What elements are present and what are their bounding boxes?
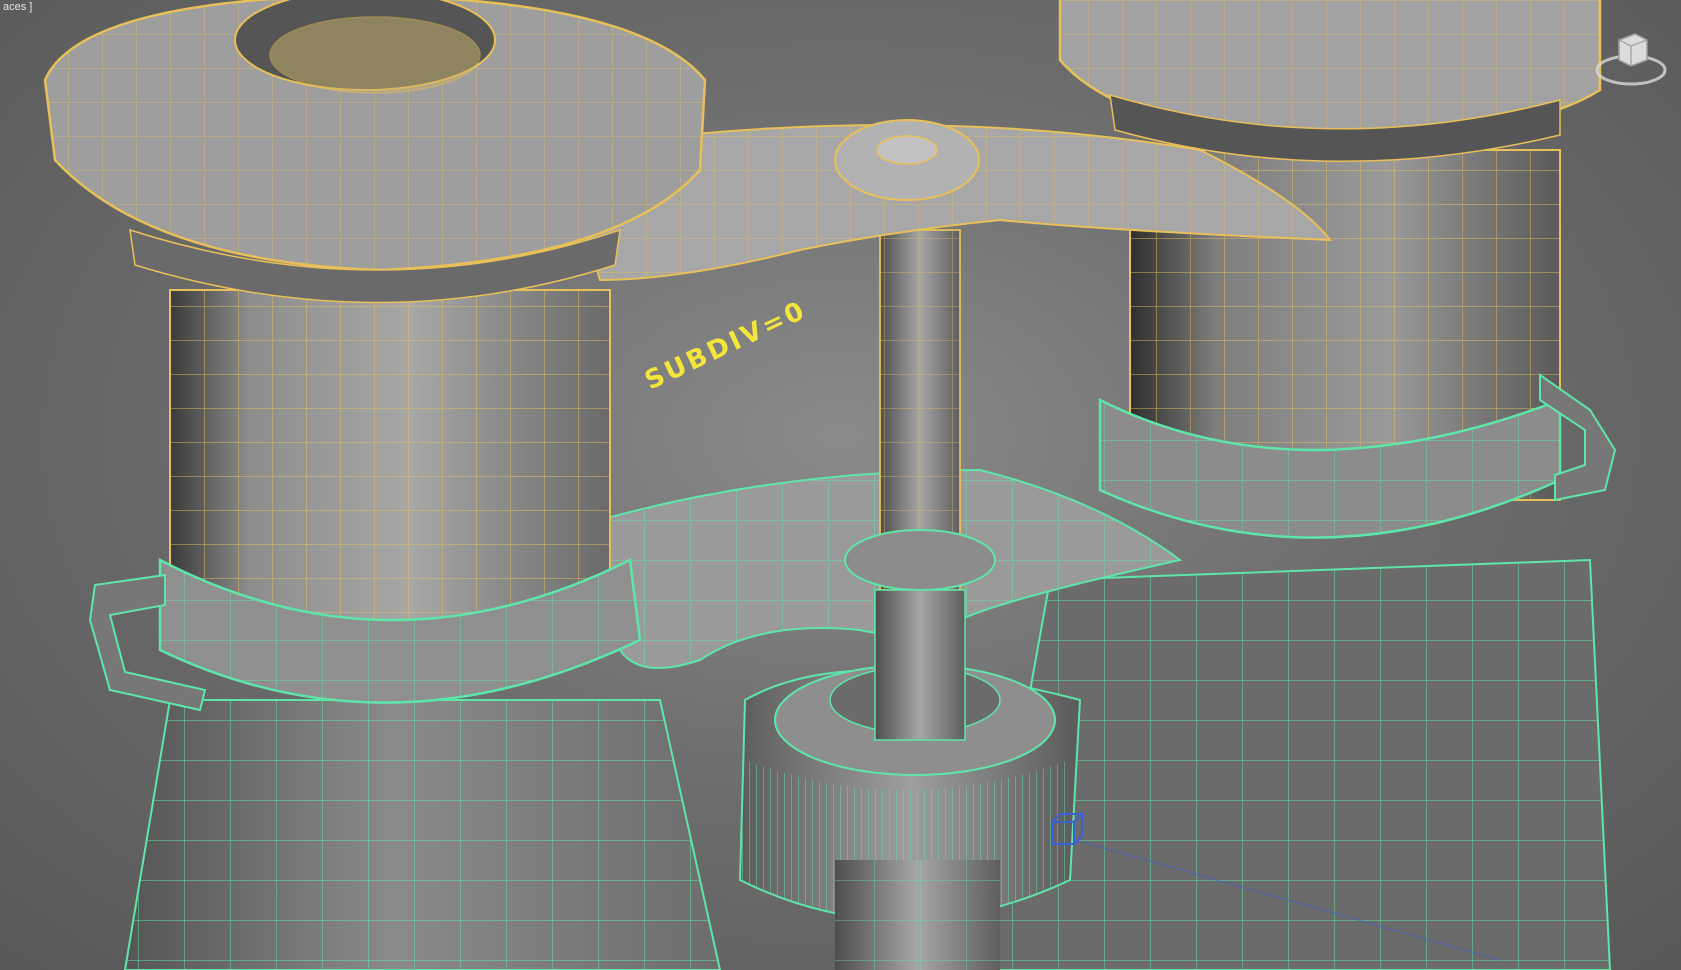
right-eyepiece: [1058, 0, 1602, 162]
left-barrel-lower: [123, 699, 722, 970]
binocular-model-render[interactable]: SUBDIV=0: [0, 0, 1681, 970]
left-eyepiece: [43, 0, 707, 304]
3d-viewport[interactable]: aces ] SUBDIV=0: [0, 0, 1681, 970]
subdiv-annotation: SUBDIV=0: [640, 295, 811, 396]
left-barrel-middle: [169, 289, 611, 631]
viewcube-icon[interactable]: [1589, 26, 1669, 96]
viewport-label[interactable]: aces ]: [0, 0, 35, 14]
